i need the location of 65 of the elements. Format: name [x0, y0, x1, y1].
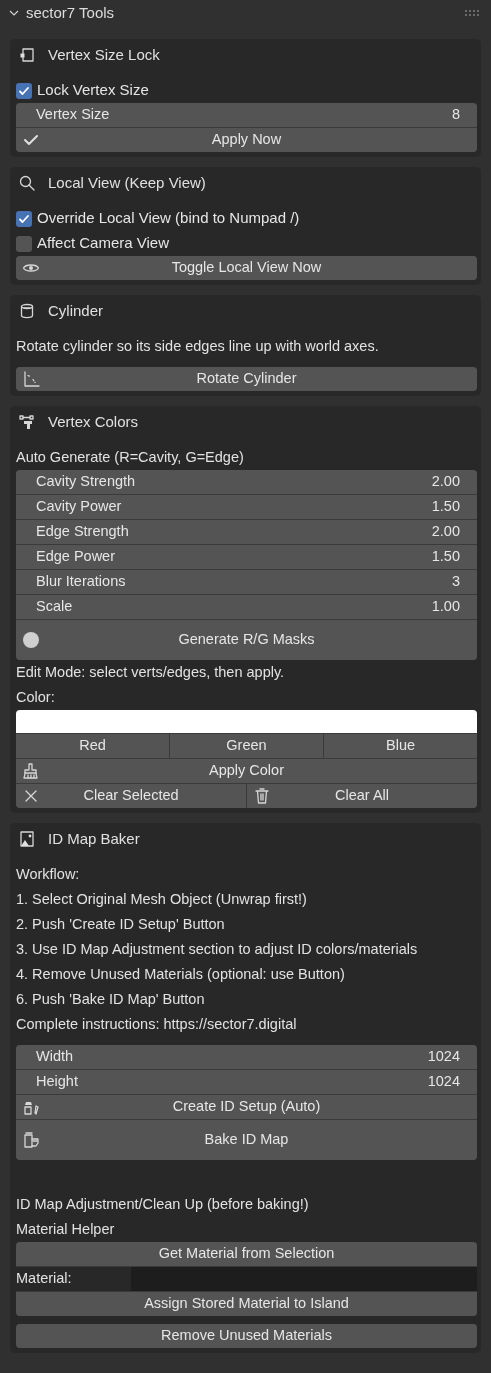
panel-title[interactable]: sector7 Tools — [26, 1, 459, 25]
number-field[interactable]: Height 1024 — [16, 1070, 477, 1094]
section-title[interactable]: ID Map Baker — [48, 827, 140, 851]
search-icon — [18, 174, 36, 192]
number-field[interactable]: Width 1024 — [16, 1045, 477, 1069]
info-text: 4. Remove Unused Materials (optional: use Button) — [16, 964, 346, 984]
bake-icon — [22, 1131, 40, 1149]
action-button[interactable]: Assign Stored Material to Island — [16, 1292, 477, 1316]
drag-handle-icon[interactable] — [465, 10, 479, 16]
number-field[interactable]: Blur Iterations 3 — [16, 570, 477, 594]
trash-icon — [253, 787, 271, 805]
action-button[interactable]: Blue — [324, 734, 477, 758]
checkbox-label[interactable]: Affect Camera View — [37, 232, 169, 255]
info-text: 6. Push 'Bake ID Map' Button — [16, 989, 206, 1009]
material-field[interactable] — [131, 1267, 477, 1291]
section-title[interactable]: Vertex Size Lock — [48, 43, 160, 67]
action-button[interactable]: Toggle Local View Now — [16, 256, 477, 280]
checkbox[interactable] — [16, 82, 32, 99]
checkmark-icon — [18, 212, 30, 225]
action-button[interactable]: Apply Now — [16, 128, 477, 152]
action-button[interactable]: Clear Selected — [16, 784, 246, 808]
action-button[interactable]: Create ID Setup (Auto) — [16, 1095, 477, 1119]
section-title[interactable]: Cylinder — [48, 299, 104, 323]
cylinder-icon — [18, 302, 36, 320]
info-text: 3. Use ID Map Adjustment section to adjust ID colors/materials — [16, 939, 419, 959]
number-field[interactable]: Edge Power 1.50 — [16, 545, 477, 569]
action-button[interactable]: Clear All — [247, 784, 477, 808]
circle-icon — [22, 631, 40, 649]
info-text: Auto Generate (R=Cavity, G=Edge) — [16, 447, 245, 467]
action-button[interactable]: Bake ID Map — [16, 1120, 477, 1160]
action-button[interactable]: Rotate Cylinder — [16, 367, 477, 391]
checkbox[interactable] — [16, 210, 32, 227]
action-button[interactable]: Apply Color — [16, 759, 477, 783]
action-button[interactable]: Green — [170, 734, 323, 758]
info-text: 1. Select Original Mesh Object (Unwrap first!) — [16, 889, 308, 909]
info-text: Material Helper — [16, 1219, 116, 1239]
vertex-paint-icon — [18, 413, 36, 431]
brush-icon — [22, 762, 40, 780]
action-button[interactable]: Get Material from Selection — [16, 1242, 477, 1266]
number-field[interactable]: Cavity Strength 2.00 — [16, 470, 477, 494]
section-title[interactable]: Vertex Colors — [48, 410, 139, 434]
info-text: ID Map Adjustment/Clean Up (before baking!) — [16, 1194, 310, 1214]
info-text: Workflow: — [16, 864, 81, 884]
info-text: Complete instructions: https://sector7.digital — [16, 1014, 298, 1034]
checkmark-icon — [18, 84, 30, 97]
info-text: Color: — [16, 687, 56, 707]
number-field[interactable]: Cavity Power 1.50 — [16, 495, 477, 519]
field-label: Material: — [16, 1269, 73, 1289]
number-field[interactable]: Vertex Size 8 — [16, 103, 477, 127]
section-title[interactable]: Local View (Keep View) — [48, 171, 206, 195]
info-text: Edit Mode: select verts/edges, then apply. — [16, 662, 286, 682]
number-field[interactable]: Edge Strength 2.00 — [16, 520, 477, 544]
image-icon — [18, 830, 36, 848]
color-swatch[interactable] — [16, 710, 477, 733]
checkbox-label[interactable]: Override Local View (bind to Numpad /) — [37, 207, 300, 230]
checkbox[interactable] — [16, 235, 32, 252]
action-button[interactable]: Remove Unused Materials — [16, 1324, 477, 1348]
action-button[interactable]: Generate R/G Masks — [16, 620, 477, 660]
angle-icon — [22, 370, 40, 388]
info-text: 2. Push 'Create ID Setup' Button — [16, 914, 226, 934]
number-field[interactable]: Scale 1.00 — [16, 595, 477, 619]
action-button[interactable]: Red — [16, 734, 169, 758]
vertex-square-icon — [18, 46, 36, 64]
checkbox-label[interactable]: Lock Vertex Size — [37, 79, 149, 102]
info-text: Rotate cylinder so its side edges line up with world axes. — [16, 336, 380, 356]
